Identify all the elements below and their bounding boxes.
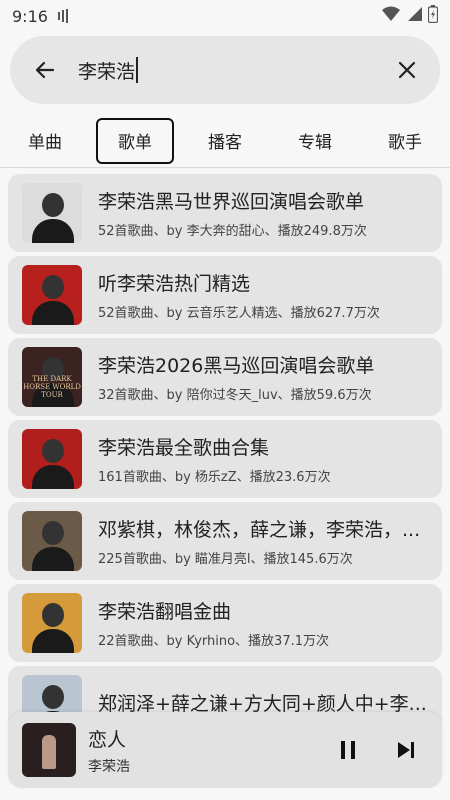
wifi-icon bbox=[382, 6, 400, 26]
playlist-subtitle: 32首歌曲、by 陪你过冬天_luv、播放59.6万次 bbox=[98, 388, 372, 403]
now-playing-cover bbox=[22, 723, 76, 777]
playlist-subtitle: 52首歌曲、by 李大奔的甜心、播放249.8万次 bbox=[98, 224, 367, 239]
playlist-cover bbox=[22, 511, 82, 571]
tab-artists[interactable]: 歌手 bbox=[366, 118, 444, 164]
playlist-subtitle: 52首歌曲、by 云音乐艺人精选、播放627.7万次 bbox=[98, 306, 380, 321]
signal-icon bbox=[406, 6, 422, 26]
status-icons bbox=[382, 5, 439, 27]
tab-songs[interactable]: 单曲 bbox=[6, 118, 84, 164]
playlist-subtitle: 161首歌曲、by 杨乐zZ、播放23.6万次 bbox=[98, 470, 331, 485]
skip-next-icon[interactable] bbox=[384, 728, 428, 772]
tab-playlists[interactable]: 歌单 bbox=[96, 117, 174, 164]
playlist-title: 李荣浩翻唱金曲 bbox=[98, 601, 232, 623]
text-caret bbox=[136, 57, 139, 83]
playlist-title: 李荣浩黑马世界巡回演唱会歌单 bbox=[98, 191, 365, 213]
list-item[interactable]: 李荣浩黑马世界巡回演唱会歌单 52首歌曲、by 李大奔的甜心、播放249.8万次 bbox=[8, 174, 442, 252]
list-item[interactable]: 李荣浩最全歌曲合集 161首歌曲、by 杨乐zZ、播放23.6万次 bbox=[8, 420, 442, 498]
search-tabs: 单曲 歌单 播客 专辑 歌手 bbox=[0, 114, 450, 168]
arrow-back-icon[interactable] bbox=[30, 55, 60, 85]
now-playing-title: 恋人 bbox=[88, 728, 127, 751]
playlist-cover: THE DARK HORSE WORLD TOUR bbox=[22, 347, 82, 407]
playlist-cover bbox=[22, 183, 82, 243]
sim-icon bbox=[57, 8, 74, 24]
playlist-cover bbox=[22, 265, 82, 325]
playlist-title: 邓紫棋，林俊杰，薛之谦，李荣浩，... bbox=[98, 519, 421, 541]
status-bar: 9:16 bbox=[0, 0, 450, 32]
playlist-title: 李荣浩2026黑马巡回演唱会歌单 bbox=[98, 355, 375, 377]
playlist-cover bbox=[22, 429, 82, 489]
playlist-cover bbox=[22, 593, 82, 653]
status-time: 9:16 bbox=[12, 6, 48, 26]
close-icon[interactable] bbox=[392, 55, 422, 85]
mini-player[interactable]: 恋人 李荣浩 bbox=[8, 712, 442, 788]
search-bar: 李荣浩 bbox=[10, 36, 440, 104]
playlist-results: 李荣浩黑马世界巡回演唱会歌单 52首歌曲、by 李大奔的甜心、播放249.8万次… bbox=[8, 174, 442, 800]
battery-icon bbox=[427, 5, 439, 27]
pause-icon[interactable] bbox=[326, 728, 370, 772]
playlist-title: 听李荣浩热门精选 bbox=[98, 273, 251, 295]
search-input[interactable]: 李荣浩 bbox=[78, 57, 392, 84]
list-item[interactable]: 邓紫棋，林俊杰，薛之谦，李荣浩，... 225首歌曲、by 瞄准月亮l、播放14… bbox=[8, 502, 442, 580]
list-item[interactable]: THE DARK HORSE WORLD TOUR 李荣浩2026黑马巡回演唱会… bbox=[8, 338, 442, 416]
playlist-title: 李荣浩最全歌曲合集 bbox=[98, 437, 270, 459]
list-item[interactable]: 李荣浩翻唱金曲 22首歌曲、by Kyrhino、播放37.1万次 bbox=[8, 584, 442, 662]
cover-text: THE DARK HORSE WORLD TOUR bbox=[23, 375, 81, 399]
tab-podcasts[interactable]: 播客 bbox=[186, 118, 264, 164]
playlist-subtitle: 225首歌曲、by 瞄准月亮l、播放145.6万次 bbox=[98, 552, 353, 567]
now-playing-artist: 李荣浩 bbox=[88, 758, 130, 775]
list-item[interactable]: 听李荣浩热门精选 52首歌曲、by 云音乐艺人精选、播放627.7万次 bbox=[8, 256, 442, 334]
search-query: 李荣浩 bbox=[78, 60, 136, 83]
tab-albums[interactable]: 专辑 bbox=[276, 118, 354, 164]
playlist-subtitle: 22首歌曲、by Kyrhino、播放37.1万次 bbox=[98, 634, 329, 649]
